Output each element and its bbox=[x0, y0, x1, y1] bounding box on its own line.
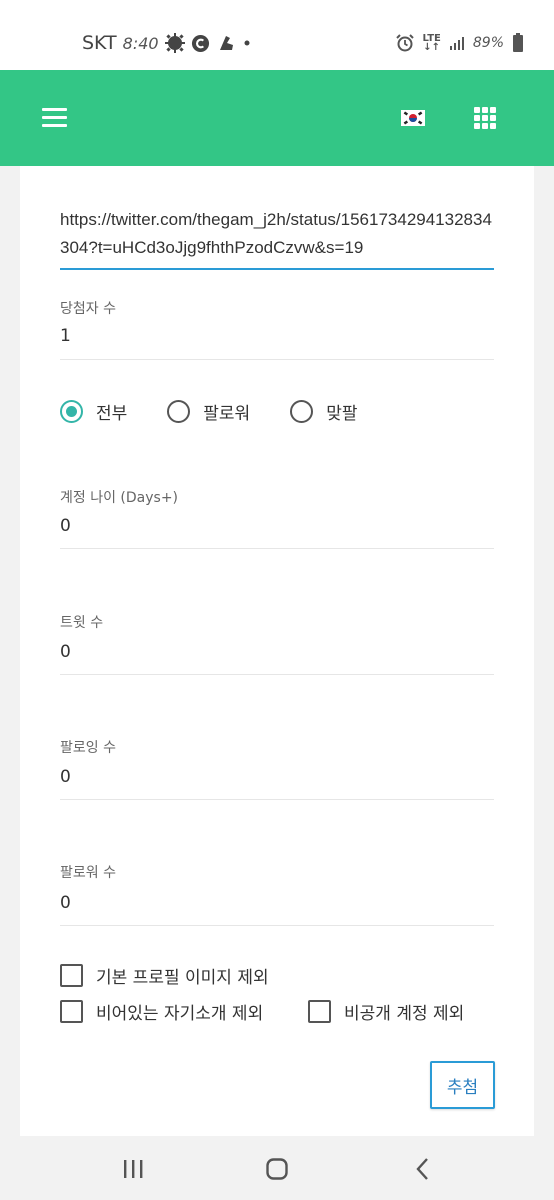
radio-unchecked-icon bbox=[290, 399, 314, 423]
radio-mutual[interactable]: 맞팔 bbox=[290, 399, 357, 424]
winners-input[interactable]: 1 bbox=[60, 326, 494, 360]
exclude-empty-bio-label: 비어있는 자기소개 제외 bbox=[96, 1004, 264, 1024]
exclude-empty-bio-checkbox[interactable]: 비어있는 자기소개 제외 bbox=[60, 999, 263, 1024]
alarm-icon bbox=[395, 33, 415, 53]
status-bar: SKT 8:40 LTE ↓↑ 89% bbox=[0, 0, 554, 70]
checkbox-unchecked-icon bbox=[60, 964, 83, 987]
network-type: LTE ↓↑ bbox=[422, 33, 441, 53]
radio-all-label: 전부 bbox=[96, 403, 128, 424]
followers-input[interactable]: 0 bbox=[60, 893, 494, 926]
checkbox-unchecked-icon bbox=[308, 1000, 331, 1023]
grid-apps-icon[interactable] bbox=[474, 107, 496, 129]
account-age-label: 계정 나이 (Days+) bbox=[60, 490, 179, 506]
draw-button[interactable]: 추첨 bbox=[430, 1061, 495, 1109]
shoe-icon bbox=[216, 33, 236, 53]
status-right: LTE ↓↑ 89% bbox=[395, 30, 525, 56]
tweets-input[interactable]: 0 bbox=[60, 642, 494, 675]
exclude-default-profile-checkbox[interactable]: 기본 프로필 이미지 제외 bbox=[60, 963, 269, 988]
recent-apps-icon[interactable] bbox=[120, 1156, 146, 1182]
radio-unchecked-icon bbox=[167, 399, 191, 423]
clock: 8:40 bbox=[122, 33, 159, 53]
back-icon[interactable] bbox=[410, 1156, 436, 1182]
system-nav-bar bbox=[0, 1136, 554, 1200]
followers-label: 팔로워 수 bbox=[60, 865, 116, 881]
checkbox-unchecked-icon bbox=[60, 1000, 83, 1023]
exclude-private-account-checkbox[interactable]: 비공개 계정 제외 bbox=[308, 999, 464, 1024]
winners-label: 당첨자 수 bbox=[60, 301, 116, 317]
battery-icon bbox=[512, 33, 524, 53]
follower-filter-radio-group: 전부 팔로워 맞팔 bbox=[60, 396, 397, 426]
korea-flag-icon[interactable] bbox=[400, 105, 426, 131]
hamburger-menu-icon[interactable] bbox=[40, 106, 70, 130]
battery-percent: 89% bbox=[472, 35, 504, 51]
home-icon[interactable] bbox=[264, 1156, 290, 1182]
exclude-default-profile-label: 기본 프로필 이미지 제외 bbox=[96, 968, 269, 988]
following-label: 팔로잉 수 bbox=[60, 740, 116, 756]
carrier-label: SKT bbox=[82, 32, 117, 54]
account-age-input[interactable]: 0 bbox=[60, 516, 494, 549]
signal-icon bbox=[449, 35, 465, 51]
radio-mutual-label: 맞팔 bbox=[326, 403, 358, 424]
tweets-label: 트윗 수 bbox=[60, 615, 104, 631]
settings-gear-icon bbox=[164, 33, 185, 53]
radio-followers[interactable]: 팔로워 bbox=[167, 399, 250, 424]
radio-all[interactable]: 전부 bbox=[60, 399, 127, 424]
tweet-url-input[interactable]: https://twitter.com/thegam_j2h/status/15… bbox=[60, 206, 494, 270]
exclude-private-account-label: 비공개 계정 제외 bbox=[344, 1004, 465, 1024]
dot-icon bbox=[242, 38, 252, 48]
form-card: https://twitter.com/thegam_j2h/status/15… bbox=[20, 166, 534, 1136]
radio-checked-icon bbox=[60, 399, 83, 423]
following-input[interactable]: 0 bbox=[60, 767, 494, 800]
c-icon bbox=[191, 34, 210, 53]
app-bar bbox=[0, 70, 554, 166]
radio-followers-label: 팔로워 bbox=[203, 403, 251, 424]
status-left: SKT 8:40 bbox=[82, 30, 252, 56]
